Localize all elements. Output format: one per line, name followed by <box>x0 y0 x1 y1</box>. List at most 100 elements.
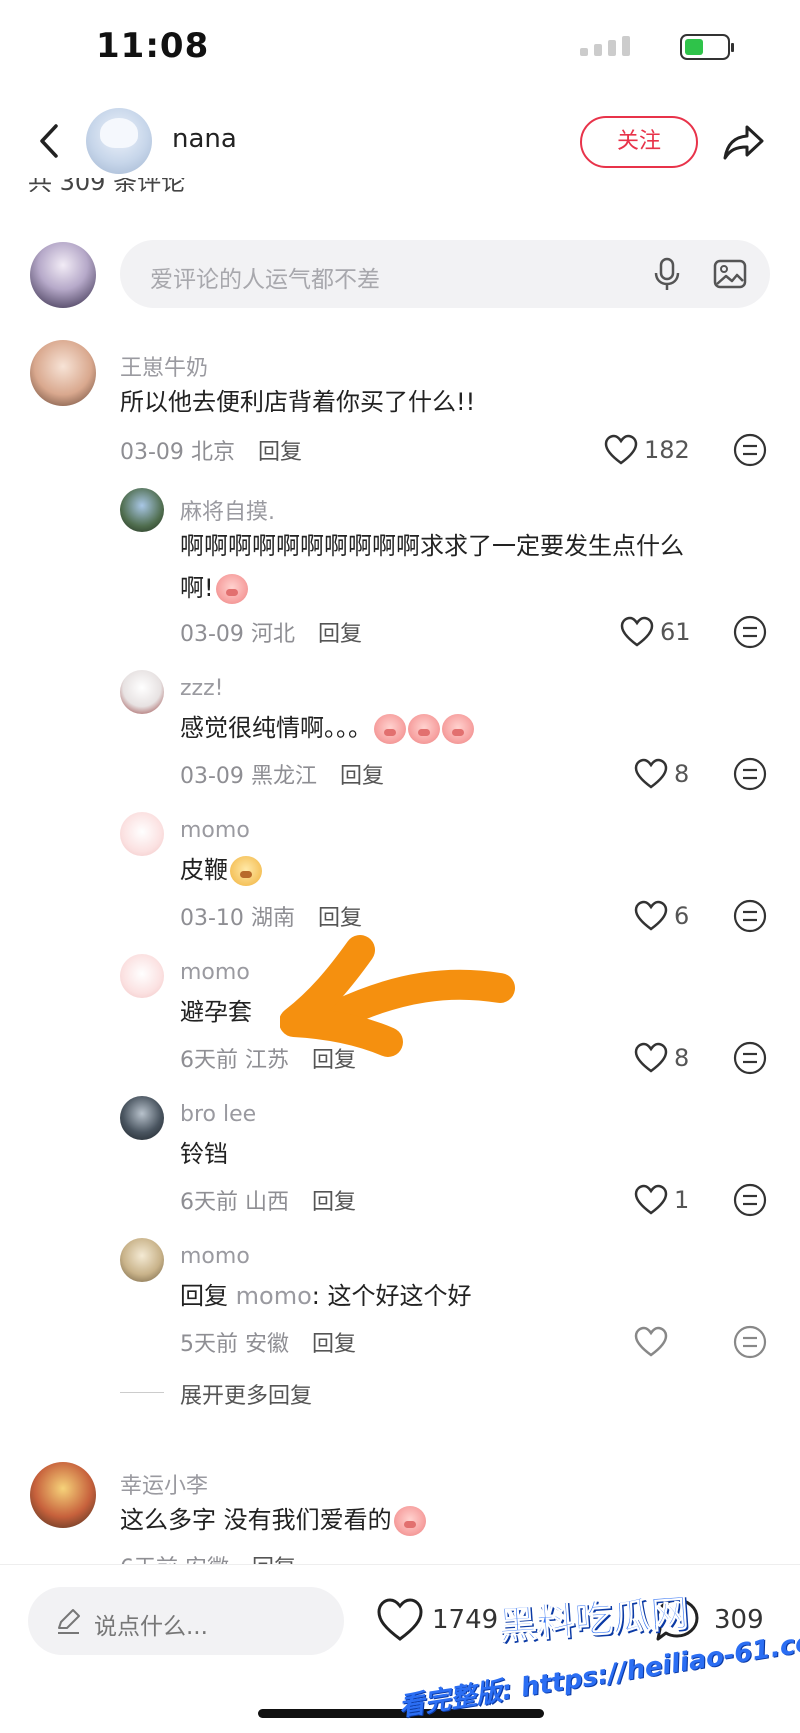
comment-text-line: 这么多字 没有我们爱看的 <box>120 1500 426 1540</box>
say-something-input[interactable]: 说点什么... <box>28 1587 344 1655</box>
emoji-icon <box>230 856 262 886</box>
comment-meta: 03-10 湖南 回复 <box>180 900 362 932</box>
avatar <box>30 242 96 308</box>
follow-button[interactable]: 关注 <box>580 116 698 168</box>
comment-count-header: 共 309 条评论 <box>28 178 186 192</box>
more-icon[interactable] <box>732 1040 768 1076</box>
comment-location: 河北 <box>250 622 295 647</box>
comment-text-line2: 啊! <box>180 574 214 602</box>
expand-replies-label: 展开更多回复 <box>180 1384 313 1409</box>
avatar[interactable] <box>120 1096 164 1140</box>
comment-date: 6天前 <box>180 1048 238 1073</box>
avatar[interactable] <box>86 108 152 174</box>
more-icon[interactable] <box>732 1324 768 1360</box>
like-count: 1749 <box>432 1605 499 1635</box>
arrow-annotation <box>280 935 515 1057</box>
heart-icon <box>634 758 668 789</box>
more-icon[interactable] <box>732 756 768 792</box>
comment-location: 安徽 <box>185 1556 229 1564</box>
comment-author[interactable]: momo <box>180 818 250 843</box>
emoji-icon <box>215 574 248 604</box>
avatar[interactable] <box>120 670 164 714</box>
more-icon[interactable] <box>732 1182 768 1218</box>
header: nana 关注 <box>0 96 800 188</box>
comment-author[interactable]: zzz! <box>180 676 223 701</box>
comment-author[interactable]: 王崽牛奶 <box>120 350 208 382</box>
reply-button[interactable]: 回复 <box>318 622 362 647</box>
say-something-label: 说点什么... <box>94 1614 208 1640</box>
status-time: 11:08 <box>96 26 210 66</box>
emoji-icon <box>393 1506 426 1536</box>
avatar[interactable] <box>30 1462 96 1528</box>
heart-icon[interactable] <box>376 1597 424 1643</box>
comment-text: 这么多字 没有我们爱看的 <box>120 1506 392 1534</box>
comment-text: : 这个好这个好 <box>311 1282 472 1310</box>
heart-icon <box>634 1184 668 1215</box>
comment-input[interactable]: 爱评论的人运气都不差 <box>120 240 770 308</box>
comment-meta: 6天前 安徽 回复 <box>120 1550 296 1564</box>
back-icon[interactable] <box>30 118 70 164</box>
pig-emoji-icon <box>408 714 440 744</box>
comment-author[interactable]: bro lee <box>180 1102 256 1127</box>
comment-author[interactable]: 麻将自摸. <box>180 494 275 526</box>
mic-icon[interactable] <box>650 256 684 292</box>
avatar[interactable] <box>120 488 164 532</box>
heart-icon <box>634 1042 668 1073</box>
comment-author[interactable]: momo <box>180 960 250 985</box>
comment-meta: 03-09 北京 回复 <box>120 434 302 466</box>
comment-location: 安徽 <box>245 1332 290 1357</box>
comment-input-placeholder: 爱评论的人运气都不差 <box>150 267 380 293</box>
comment-meta: 03-09 河北 回复 <box>180 616 362 648</box>
like-count: 61 <box>660 618 691 646</box>
reply-button[interactable]: 回复 <box>258 440 302 465</box>
reply-button[interactable]: 回复 <box>312 1332 356 1357</box>
avatar[interactable] <box>120 812 164 856</box>
share-icon[interactable] <box>720 118 768 166</box>
comment-author[interactable]: 幸运小李 <box>120 1468 208 1500</box>
comment-date: 03-09 <box>180 764 244 789</box>
like-count: 1 <box>674 1186 690 1214</box>
comment-text: 感觉很纯情啊。。。 <box>180 714 372 742</box>
like-count: 6 <box>674 902 690 930</box>
reply-button[interactable]: 回复 <box>340 764 384 789</box>
comment-text: 铃铛 <box>180 1140 228 1168</box>
comment-location: 山西 <box>245 1190 290 1215</box>
comment-meta: 03-09 黑龙江 回复 <box>180 758 384 790</box>
comment-location: 湖南 <box>250 906 295 931</box>
heart-icon <box>604 434 638 465</box>
more-icon[interactable] <box>732 614 768 650</box>
image-icon[interactable] <box>712 256 748 292</box>
comment-date: 03-10 <box>180 906 244 931</box>
comment-text-continued: 啊! <box>180 568 248 608</box>
like-count: 8 <box>674 760 690 788</box>
comment-date: 5天前 <box>180 1332 238 1357</box>
comment-date: 03-09 <box>120 440 184 465</box>
comment-text: 避孕套 <box>180 998 252 1026</box>
pencil-icon <box>58 1609 80 1634</box>
comment-author[interactable]: momo <box>180 1244 250 1269</box>
heart-icon <box>634 1326 668 1357</box>
reply-prefix: 回复 <box>180 1282 228 1310</box>
comment-input-row: 爱评论的人运气都不差 <box>0 236 800 316</box>
comment-text-line: 回复 momo: 这个好这个好 <box>180 1276 471 1316</box>
more-icon[interactable] <box>732 432 768 468</box>
comment-date: 03-09 <box>180 622 244 647</box>
username[interactable]: nana <box>172 124 237 154</box>
like-count: 8 <box>674 1044 690 1072</box>
avatar[interactable] <box>120 954 164 998</box>
avatar[interactable] <box>120 1238 164 1282</box>
comment-text: 啊啊啊啊啊啊啊啊啊啊求求了一定要发生点什么 <box>180 532 684 560</box>
reply-target[interactable]: momo <box>236 1282 312 1310</box>
avatar[interactable] <box>30 340 96 406</box>
more-icon[interactable] <box>732 898 768 934</box>
signal-icon <box>580 36 660 58</box>
reply-button[interactable]: 回复 <box>252 1556 296 1564</box>
heart-icon <box>620 616 654 647</box>
reply-button[interactable]: 回复 <box>312 1190 356 1215</box>
comment-location: 北京 <box>190 440 235 465</box>
comment-text: 皮鞭 <box>180 856 228 884</box>
comment-date: 6天前 <box>180 1190 238 1215</box>
reply-button[interactable]: 回复 <box>318 906 362 931</box>
pig-emoji-icon <box>374 714 406 744</box>
comment-meta: 6天前 山西 回复 <box>180 1184 356 1216</box>
